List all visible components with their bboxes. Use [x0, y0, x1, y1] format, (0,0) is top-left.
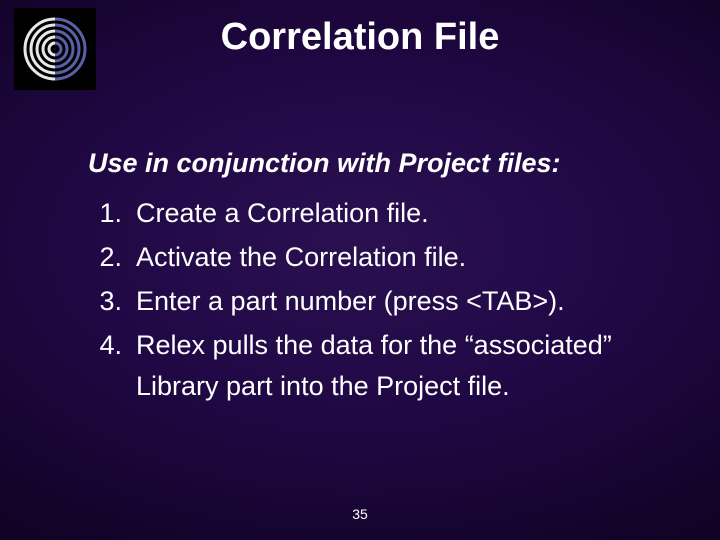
steps-list: Create a Correlation file. Activate the … [88, 193, 680, 408]
list-item: Activate the Correlation file. [88, 237, 680, 279]
list-item: Enter a part number (press <TAB>). [88, 281, 680, 323]
list-item: Create a Correlation file. [88, 193, 680, 235]
slide: Correlation File Use in conjunction with… [0, 0, 720, 540]
slide-body: Use in conjunction with Project files: C… [88, 148, 680, 410]
list-item: Relex pulls the data for the “associated… [88, 325, 680, 409]
lead-text: Use in conjunction with Project files: [88, 148, 680, 179]
slide-title: Correlation File [0, 16, 720, 59]
page-number: 35 [0, 506, 720, 522]
